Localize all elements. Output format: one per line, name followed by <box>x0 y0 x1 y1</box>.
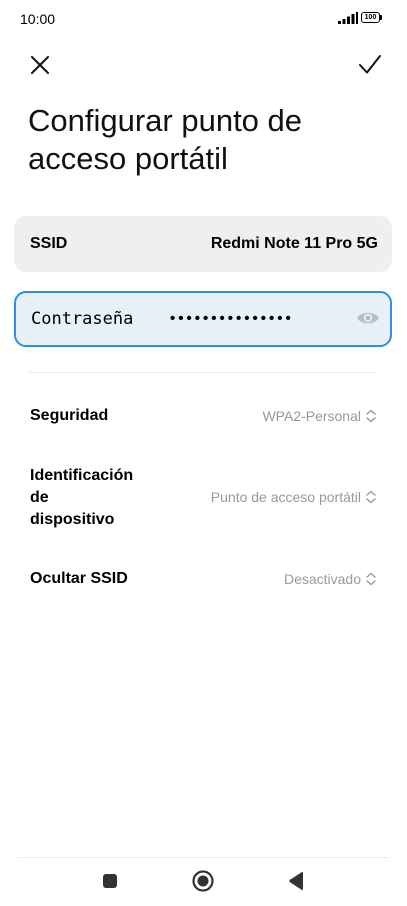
recents-icon <box>103 874 117 888</box>
battery-icon: 100 <box>361 12 383 23</box>
check-icon <box>359 55 381 74</box>
signal-icon <box>338 12 358 24</box>
home-icon <box>192 870 214 892</box>
setting-label: Ocultar SSID <box>30 570 128 587</box>
recents-button[interactable] <box>98 869 122 893</box>
eye-icon[interactable] <box>356 308 380 328</box>
page-title: Configurar punto de acceso portátil <box>28 103 303 176</box>
setting-label-line: Identificación <box>30 467 134 484</box>
confirm-button[interactable] <box>352 47 388 83</box>
setting-label: Seguridad <box>30 407 109 424</box>
updown-chevron-icon <box>366 490 376 504</box>
nav-divider <box>18 857 389 858</box>
password-label: Contraseña <box>31 309 134 329</box>
password-field[interactable]: Contraseña ••••••••••••••• <box>14 291 392 347</box>
ssid-field[interactable]: SSID Redmi Note 11 Pro 5G <box>14 216 392 272</box>
divider <box>28 372 376 373</box>
setting-label-line: de <box>30 489 49 506</box>
back-icon <box>289 872 303 890</box>
updown-chevron-icon <box>366 409 376 423</box>
home-button[interactable] <box>191 869 215 893</box>
close-icon <box>31 56 49 74</box>
setting-value: Desactivado <box>283 571 361 587</box>
ssid-label: SSID <box>30 235 68 252</box>
ssid-value[interactable]: Redmi Note 11 Pro 5G <box>211 216 378 272</box>
status-bar: 10:00 100 <box>0 0 407 40</box>
updown-chevron-icon <box>366 572 376 586</box>
back-button[interactable] <box>284 869 308 893</box>
status-time: 10:00 <box>20 11 56 27</box>
password-input[interactable]: ••••••••••••••• <box>170 293 294 345</box>
setting-label-line: dispositivo <box>30 511 115 528</box>
setting-value: WPA2-Personal <box>262 408 361 424</box>
battery-level: 100 <box>361 12 380 23</box>
setting-value: Punto de acceso portátil <box>210 489 361 505</box>
close-button[interactable] <box>22 47 58 83</box>
